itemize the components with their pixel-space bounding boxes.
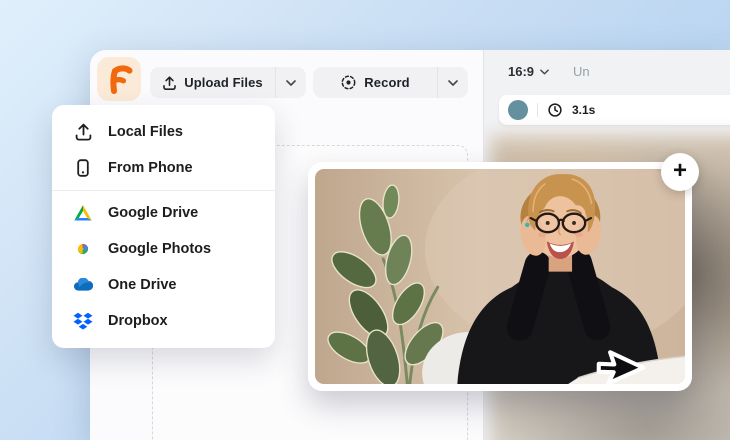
menu-item-label: Dropbox bbox=[108, 313, 168, 329]
menu-item-label: From Phone bbox=[108, 160, 193, 176]
divider bbox=[537, 103, 538, 117]
dropbox-icon bbox=[73, 311, 93, 331]
clock-icon bbox=[547, 102, 563, 118]
page: Upload Files Record bbox=[0, 0, 730, 440]
record-label: Record bbox=[364, 75, 409, 90]
menu-item-label: One Drive bbox=[108, 277, 177, 293]
video-clip-card[interactable] bbox=[308, 162, 692, 391]
clip-duration: 3.1s bbox=[572, 103, 595, 117]
scene-color-dot[interactable] bbox=[508, 100, 528, 120]
upload-files-button-main[interactable]: Upload Files bbox=[150, 67, 275, 98]
record-button-main[interactable]: Record bbox=[313, 67, 437, 98]
upload-files-caret[interactable] bbox=[275, 67, 306, 98]
record-icon bbox=[340, 74, 357, 91]
upload-icon bbox=[162, 75, 177, 91]
menu-item-dropbox[interactable]: Dropbox bbox=[52, 303, 275, 339]
chevron-down-icon bbox=[286, 80, 296, 86]
ratio-row: 16:9 Un bbox=[508, 64, 590, 79]
menu-item-local-files[interactable]: Local Files bbox=[52, 114, 275, 150]
woman-photo bbox=[315, 169, 685, 384]
upload-icon bbox=[73, 122, 93, 142]
record-button[interactable]: Record bbox=[313, 67, 468, 98]
chevron-down-icon bbox=[448, 80, 458, 86]
woman-photo-illustration bbox=[315, 169, 685, 384]
menu-item-one-drive[interactable]: One Drive bbox=[52, 267, 275, 303]
onedrive-icon bbox=[73, 275, 93, 295]
menu-item-from-phone[interactable]: From Phone bbox=[52, 150, 275, 186]
project-name[interactable]: Un bbox=[573, 64, 590, 79]
plus-icon: + bbox=[673, 159, 687, 183]
menu-item-label: Google Photos bbox=[108, 241, 211, 257]
menu-item-label: Local Files bbox=[108, 124, 183, 140]
flexclip-f-icon bbox=[104, 63, 134, 95]
google-drive-icon bbox=[73, 203, 93, 223]
upload-files-label: Upload Files bbox=[184, 75, 263, 90]
menu-item-label: Google Drive bbox=[108, 205, 198, 221]
menu-item-google-drive[interactable]: Google Drive bbox=[52, 195, 275, 231]
phone-icon bbox=[73, 158, 93, 178]
upload-files-button[interactable]: Upload Files bbox=[150, 67, 306, 98]
menu-item-google-photos[interactable]: Google Photos bbox=[52, 231, 275, 267]
scene-duration-bar[interactable]: 3.1s bbox=[499, 95, 730, 125]
aspect-ratio-selector[interactable]: 16:9 bbox=[508, 64, 534, 79]
menu-divider bbox=[52, 190, 275, 191]
app-logo[interactable] bbox=[97, 57, 141, 101]
add-media-button[interactable]: + bbox=[661, 153, 699, 191]
upload-dropdown-menu: Local Files From Phone Google Drive bbox=[52, 105, 275, 348]
record-caret[interactable] bbox=[437, 67, 468, 98]
chevron-down-icon[interactable] bbox=[540, 69, 549, 75]
google-photos-icon bbox=[73, 239, 93, 259]
